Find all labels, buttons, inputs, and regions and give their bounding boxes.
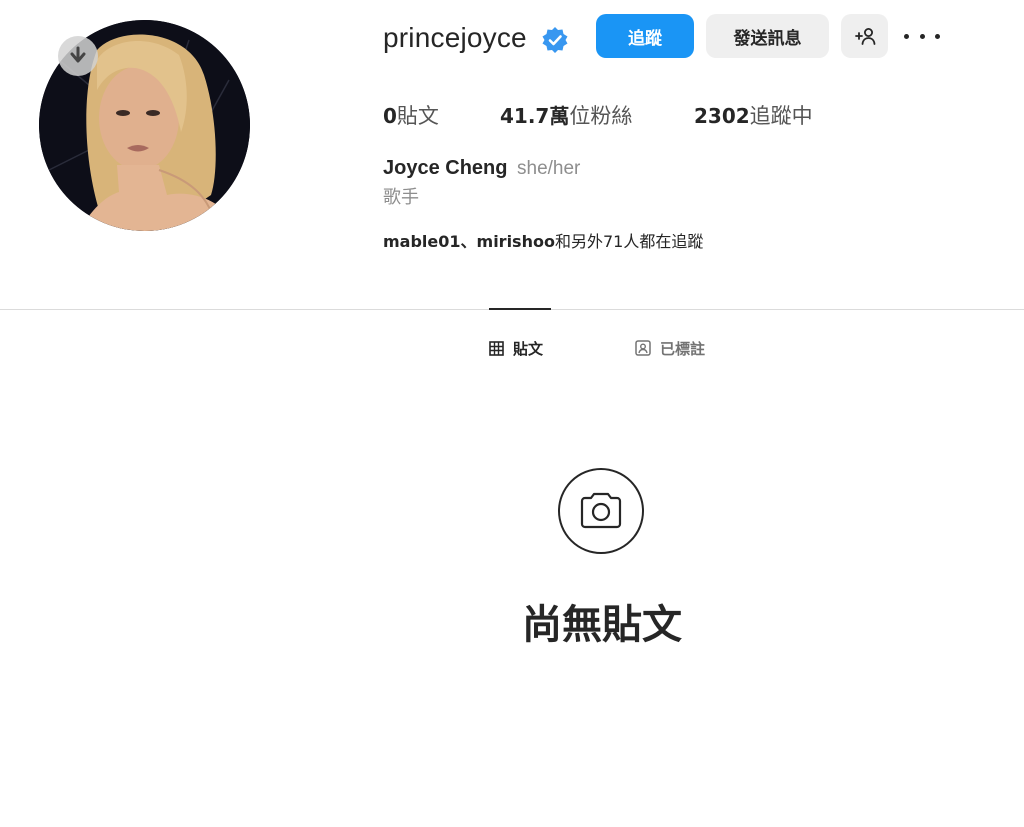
following-label: 追蹤中 (749, 104, 813, 128)
followed-by-text[interactable]: mable01、mirishoo和另外71人都在追蹤 (383, 228, 703, 252)
profile-pronouns: she/her (517, 158, 581, 179)
grid-icon (489, 340, 504, 356)
followers-count: 41.7萬 (500, 104, 570, 128)
followed-by-users[interactable]: mable01、mirishoo (383, 232, 555, 251)
tab-tagged-label: 已標註 (660, 339, 706, 358)
followed-by-suffix: 和另外71人都在追蹤 (554, 232, 704, 251)
camera-icon (580, 492, 622, 529)
send-message-button[interactable]: 發送訊息 (706, 14, 829, 58)
arrow-down-icon (70, 46, 86, 63)
profile-username: princejoyce (383, 22, 527, 53)
tagged-icon (635, 340, 651, 356)
posts-stat: 0貼文 (383, 100, 439, 130)
tab-posts-label: 貼文 (513, 339, 544, 358)
profile-full-name: Joyce Cheng (383, 157, 508, 179)
download-badge[interactable] (58, 36, 98, 76)
following-stat[interactable]: 2302追蹤中 (694, 100, 813, 130)
posts-count: 0 (383, 104, 397, 128)
more-options-icon[interactable] (904, 24, 940, 48)
following-count: 2302 (694, 104, 750, 128)
tab-tagged[interactable]: 已標註 (635, 337, 705, 359)
followers-label: 位粉絲 (569, 104, 633, 128)
followers-stat[interactable]: 41.7萬位粉絲 (500, 100, 632, 130)
empty-state-title: 尚無貼文 (522, 602, 682, 648)
add-person-icon (854, 28, 875, 45)
suggested-accounts-button[interactable] (841, 14, 888, 58)
active-tab-indicator (489, 308, 551, 310)
profile-category: 歌手 (383, 187, 419, 208)
verified-badge-icon (542, 27, 568, 53)
tab-posts[interactable]: 貼文 (489, 337, 543, 359)
empty-state-camera (558, 468, 644, 554)
follow-button[interactable]: 追蹤 (596, 14, 694, 58)
posts-label: 貼文 (396, 104, 439, 128)
